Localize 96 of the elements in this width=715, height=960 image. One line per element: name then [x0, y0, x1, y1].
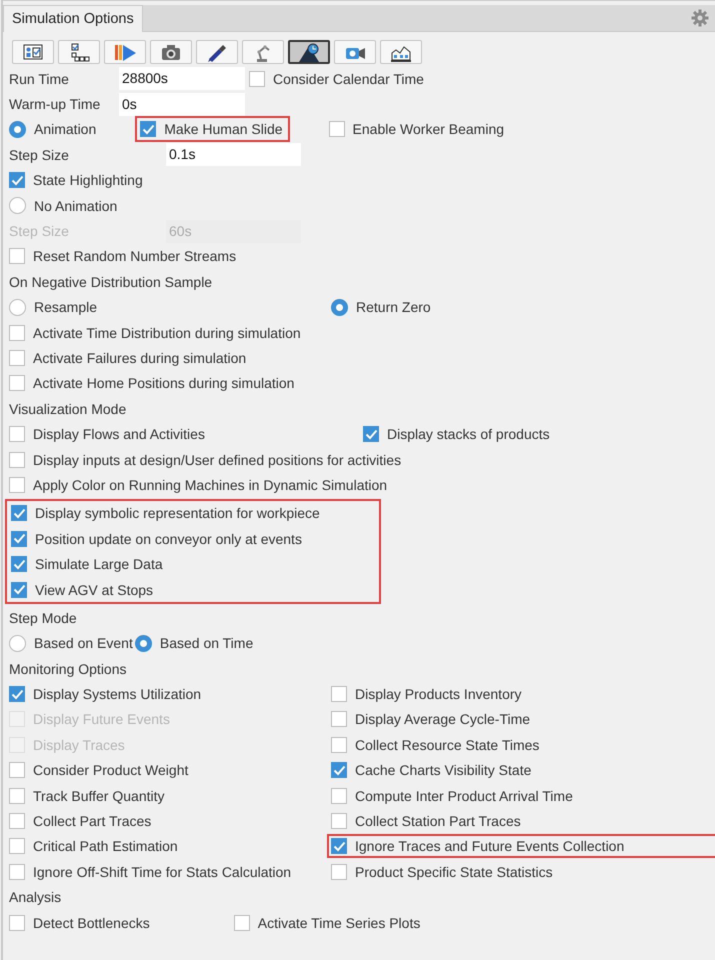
checkbox-label[interactable]: Detect Bottlenecks [33, 914, 150, 931]
checkbox-label[interactable]: Display stacks of products [387, 426, 550, 442]
field-label: Step Mode [9, 610, 77, 626]
checkbox-label[interactable]: Consider Calendar Time [273, 70, 424, 87]
checkbox-label[interactable]: Reset Random Number Streams [33, 248, 236, 264]
checkbox-label: Display Future Events [33, 711, 170, 728]
checkbox[interactable] [9, 838, 25, 854]
field-label: Step Size [9, 146, 70, 163]
checkbox[interactable] [331, 686, 347, 702]
radio-button[interactable] [9, 120, 26, 138]
checkbox[interactable] [9, 172, 25, 188]
field-label: Monitoring Options [9, 660, 127, 677]
input-field[interactable]: 0s [119, 92, 245, 116]
field-label: Run Time [9, 70, 70, 87]
checkbox[interactable] [9, 375, 25, 392]
field-label: Step Size [9, 223, 70, 240]
checkbox-label[interactable]: Display Products Inventory [355, 686, 522, 702]
checkbox-label[interactable]: Collect Resource State Times [355, 736, 540, 753]
checkbox[interactable] [331, 788, 347, 804]
checkbox[interactable] [9, 248, 25, 264]
checkbox-label[interactable]: Display symbolic representation for workpiece [35, 505, 320, 522]
checkbox[interactable] [9, 864, 25, 880]
checkbox[interactable] [328, 121, 345, 138]
checkbox[interactable] [9, 476, 25, 493]
radio-label[interactable]: Based on Time [160, 635, 254, 652]
field-label: Analysis [9, 889, 62, 906]
radio-label[interactable]: Resample [34, 299, 98, 316]
checkbox[interactable] [9, 426, 25, 442]
checkbox-label[interactable]: Consider Product Weight [33, 762, 188, 778]
checkbox-label[interactable]: Compute Inter Product Arrival Time [355, 788, 573, 804]
radio-button[interactable] [134, 634, 152, 652]
checkbox-label[interactable]: Simulate Large Data [35, 556, 163, 572]
checkbox[interactable] [9, 452, 25, 468]
field-label: Visualization Mode [9, 400, 126, 417]
settings-button[interactable] [685, 5, 715, 32]
checkbox-label[interactable]: Position update on conveyor only at events [35, 530, 302, 547]
field-label: Warm-up Time [9, 96, 102, 112]
checkbox[interactable] [9, 350, 25, 366]
checkbox-label[interactable]: Display Systems Utilization [33, 686, 202, 702]
checkbox[interactable] [140, 121, 156, 138]
radio-button[interactable] [9, 634, 26, 652]
checkbox-label[interactable]: Display inputs at design/User defined positions for activities [33, 452, 402, 468]
checkbox[interactable] [9, 324, 25, 341]
input-field[interactable]: 28800s [119, 67, 245, 90]
checkbox-label[interactable]: View AGV at Stops [35, 582, 154, 598]
checkbox[interactable] [331, 864, 347, 880]
checkbox[interactable] [249, 70, 265, 87]
checkbox[interactable] [331, 736, 347, 753]
checkbox-label[interactable]: Apply Color on Running Machines in Dynamic Simulation [33, 476, 388, 493]
checkbox-label[interactable]: Activate Failures during simulation [33, 350, 246, 366]
checkbox[interactable] [11, 505, 27, 522]
checkbox-label[interactable]: Activate Time Series Plots [258, 914, 420, 931]
input-field: 60s [166, 220, 301, 243]
gear-icon [691, 9, 709, 27]
checkbox-label[interactable]: Collect Part Traces [33, 813, 152, 830]
checkbox[interactable] [9, 788, 25, 804]
chart-icon [297, 41, 321, 63]
checkbox-label[interactable]: Make Human Slide [164, 121, 283, 138]
checkbox[interactable] [11, 530, 27, 547]
checkbox[interactable] [11, 582, 27, 598]
checkbox[interactable] [331, 711, 347, 728]
checkbox-label[interactable]: Cache Charts Visibility State [355, 762, 532, 778]
radio-label[interactable]: Based on Event [34, 635, 133, 652]
checkbox[interactable] [9, 762, 25, 778]
checkbox-label[interactable]: Enable Worker Beaming [352, 121, 504, 138]
radio-label[interactable]: Animation [34, 121, 96, 138]
checkbox[interactable] [234, 914, 250, 931]
checkbox[interactable] [331, 762, 347, 778]
checkbox-label[interactable]: Ignore Traces and Future Events Collection [355, 838, 624, 854]
field-label: On Negative Distribution Sample [9, 274, 212, 290]
checkbox-label[interactable]: Activate Time Distribution during simulation [33, 324, 301, 341]
checkbox[interactable] [9, 914, 25, 931]
checkbox-label[interactable]: Critical Path Estimation [33, 838, 178, 854]
checkbox[interactable] [331, 838, 347, 854]
radio-label[interactable]: Return Zero [356, 299, 431, 316]
checkbox[interactable] [9, 686, 25, 702]
checkbox[interactable] [11, 556, 27, 572]
radio-button[interactable] [9, 298, 26, 316]
input-field[interactable]: 0.1s [166, 143, 301, 166]
panel-tab[interactable]: Simulation Options [3, 5, 143, 32]
checkbox-label[interactable]: State Highlighting [33, 172, 143, 188]
checkbox-label[interactable]: Product Specific State Statistics [355, 864, 553, 880]
checkbox-label[interactable]: Ignore Off-Shift Time for Stats Calculation [33, 864, 292, 880]
checkbox-label[interactable]: Activate Home Positions during simulation [33, 375, 294, 392]
checkbox-label[interactable]: Display Average Cycle-Time [355, 711, 530, 728]
radio-button[interactable] [331, 298, 348, 316]
checkbox[interactable] [331, 813, 347, 830]
toolbar-button[interactable] [288, 40, 330, 64]
checkbox-label[interactable]: Display Flows and Activities [33, 426, 205, 442]
checkbox-label: Display Traces [33, 736, 125, 753]
radio-button[interactable] [9, 197, 26, 214]
checkbox[interactable] [9, 813, 25, 830]
checkbox-label[interactable]: Track Buffer Quantity [33, 788, 164, 804]
checkbox-label[interactable]: Collect Station Part Traces [355, 813, 521, 830]
radio-label[interactable]: No Animation [34, 198, 118, 214]
checkbox[interactable] [363, 426, 379, 442]
